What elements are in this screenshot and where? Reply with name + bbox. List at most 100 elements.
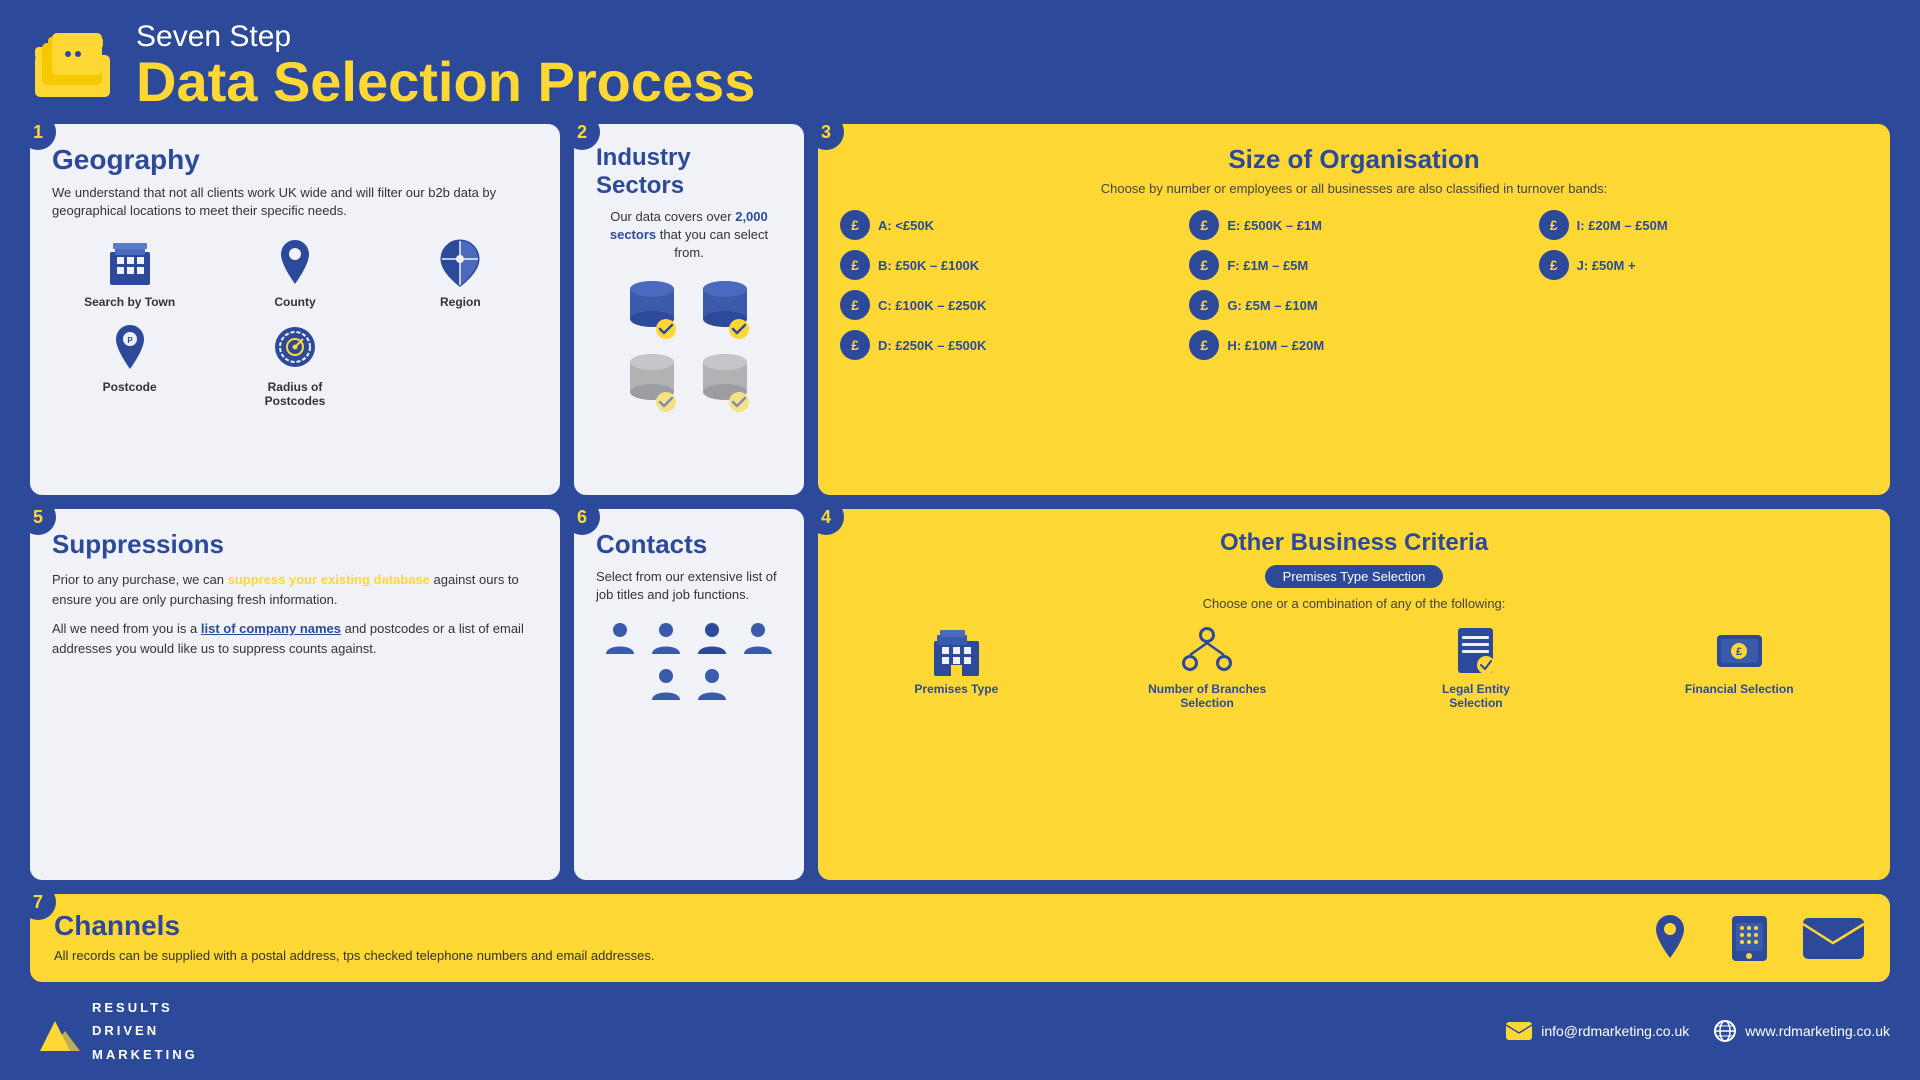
list-highlight: list of company names <box>201 621 341 636</box>
database-icon-1 <box>620 277 685 342</box>
header-logo <box>30 25 120 105</box>
pound-icon-c: £ <box>840 290 870 320</box>
database-icon-2 <box>693 277 758 342</box>
footer-logo: RESULTS DRIVEN MARKETING <box>30 996 198 1066</box>
size-band-f: £ F: £1M – £5M <box>1189 250 1518 280</box>
postcode-label: Postcode <box>103 380 157 394</box>
radius-label: Radius of Postcodes <box>255 380 335 408</box>
legal-icon <box>1448 623 1503 678</box>
geo-item-region: Region <box>383 234 538 309</box>
suppressions-para1: Prior to any purchase, we can suppress y… <box>52 570 538 609</box>
header-subtitle: Seven Step <box>136 20 755 54</box>
geo-item-town: Search by Town <box>52 234 207 309</box>
suppressions-para2: All we need from you is a list of compan… <box>52 619 538 658</box>
building-icon <box>102 234 157 289</box>
size-title: Size of Organisation <box>840 144 1868 175</box>
phone-icon <box>1722 911 1777 966</box>
footer-email-text: info@rdmarketing.co.uk <box>1541 1023 1689 1039</box>
size-bands-grid: £ A: <£50K £ E: £500K – £1M £ I: £20M – … <box>840 210 1868 360</box>
financial-item: £ Financial Selection <box>1685 623 1794 696</box>
other-business-title: Other Business Criteria <box>840 529 1868 557</box>
pound-icon-b: £ <box>840 250 870 280</box>
town-label: Search by Town <box>84 295 175 309</box>
band-h-label: H: £10M – £20M <box>1227 338 1324 353</box>
band-g-label: G: £5M – £10M <box>1227 298 1317 313</box>
legal-entity-item: Legal Entity Selection <box>1416 623 1536 710</box>
region-label: Region <box>440 295 481 309</box>
industry-title: Industry Sectors <box>596 144 782 200</box>
region-icon <box>433 234 488 289</box>
size-band-b: £ B: £50K – £100K <box>840 250 1169 280</box>
footer: RESULTS DRIVEN MARKETING info@rdmarketin… <box>30 992 1890 1070</box>
step-3-number: 3 <box>808 114 844 150</box>
suppress-highlight: suppress your existing database <box>228 572 430 587</box>
contacts-title: Contacts <box>596 529 782 560</box>
step-channels: 7 Channels All records can be supplied w… <box>30 894 1890 982</box>
band-i-label: I: £20M – £50M <box>1577 218 1668 233</box>
size-band-a: £ A: <£50K <box>840 210 1169 240</box>
branches-label: Number of Branches Selection <box>1147 682 1267 710</box>
size-band-j: £ J: £50M + <box>1539 250 1868 280</box>
contacts-desc: Select from our extensive list of job ti… <box>596 568 782 604</box>
postcode-icon: P <box>102 319 157 374</box>
band-d-label: D: £250K – £500K <box>878 338 986 353</box>
geo-item-postcode: P Postcode <box>52 319 207 408</box>
svg-text:P: P <box>127 336 133 345</box>
premises-type-label: Premises Type <box>914 682 998 696</box>
size-band-c: £ C: £100K – £250K <box>840 290 1169 320</box>
header-title-block: Seven Step Data Selection Process <box>136 20 755 110</box>
right-column: 3 Size of Organisation Choose by number … <box>818 124 1890 880</box>
person-icon-4 <box>739 619 777 657</box>
other-business-subtitle: Choose one or a combination of any of th… <box>840 596 1868 611</box>
band-e-label: E: £500K – £1M <box>1227 218 1322 233</box>
pound-icon-a: £ <box>840 210 870 240</box>
database-icon-3 <box>620 350 685 415</box>
logo-line1: RESULTS <box>92 996 198 1019</box>
other-business-icons: Premises Type <box>840 623 1868 710</box>
person-icon-2 <box>647 619 685 657</box>
people-icons <box>596 619 782 703</box>
footer-website-text: www.rdmarketing.co.uk <box>1745 1023 1890 1039</box>
channels-title: Channels <box>54 910 1623 942</box>
step-6-number: 6 <box>564 499 600 535</box>
geo-item-radius: Radius of Postcodes <box>217 319 372 408</box>
geography-icons: Search by Town County <box>52 234 538 408</box>
step-other-business: 4 Other Business Criteria Premises Type … <box>818 509 1890 880</box>
branches-item: Number of Branches Selection <box>1147 623 1267 710</box>
legal-entity-label: Legal Entity Selection <box>1416 682 1536 710</box>
person-icon-6 <box>693 665 731 703</box>
band-a-label: A: <£50K <box>878 218 934 233</box>
channel-icons <box>1643 911 1866 966</box>
header-title: Data Selection Process <box>136 54 755 110</box>
database-icon-4 <box>693 350 758 415</box>
step-5-number: 5 <box>20 499 56 535</box>
band-c-label: C: £100K – £250K <box>878 298 986 313</box>
email-footer-icon <box>1505 1021 1533 1041</box>
page-container: Seven Step Data Selection Process 1 Geog… <box>0 0 1920 1080</box>
logo-line2: DRIVEN <box>92 1019 198 1042</box>
step-size: 3 Size of Organisation Choose by number … <box>818 124 1890 495</box>
step-4-number: 4 <box>808 499 844 535</box>
pound-icon-d: £ <box>840 330 870 360</box>
channels-desc: All records can be supplied with a posta… <box>54 946 1623 966</box>
svg-text:£: £ <box>1736 646 1742 658</box>
step-industry: 2 Industry Sectors Our data covers over … <box>574 124 804 495</box>
person-icon-5 <box>647 665 685 703</box>
financial-label: Financial Selection <box>1685 682 1794 696</box>
globe-icon <box>1713 1019 1737 1043</box>
footer-contact: info@rdmarketing.co.uk www.rdmarketing.c… <box>1505 1019 1890 1043</box>
industry-desc: Our data covers over 2,000 sectors that … <box>596 208 782 263</box>
band-f-label: F: £1M – £5M <box>1227 258 1308 273</box>
geo-item-county: County <box>217 234 372 309</box>
premises-icon <box>929 623 984 678</box>
size-subtitle: Choose by number or employees or all bus… <box>840 181 1868 196</box>
step-geography: 1 Geography We understand that not all c… <box>30 124 560 495</box>
pound-icon-e: £ <box>1189 210 1219 240</box>
size-band-e: £ E: £500K – £1M <box>1189 210 1518 240</box>
premises-type-item: Premises Type <box>914 623 998 696</box>
radius-icon <box>267 319 322 374</box>
footer-website: www.rdmarketing.co.uk <box>1713 1019 1890 1043</box>
footer-logo-text: RESULTS DRIVEN MARKETING <box>92 996 198 1066</box>
size-band-d: £ D: £250K – £500K <box>840 330 1169 360</box>
person-icon-1 <box>601 619 639 657</box>
